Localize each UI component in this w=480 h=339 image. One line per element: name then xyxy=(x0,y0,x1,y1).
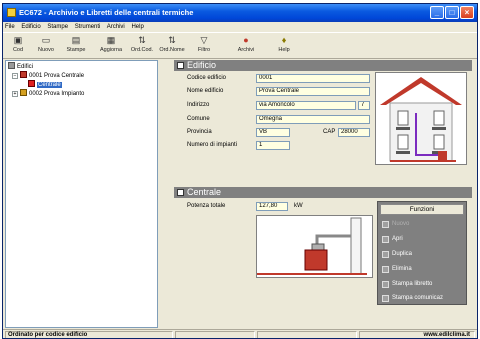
menu-strumenti[interactable]: Strumenti xyxy=(75,24,101,30)
functions-title: Funzioni xyxy=(380,204,464,215)
building-tree[interactable]: Edifici −0001 Prova Centrale Centrale +0… xyxy=(5,60,158,328)
delete-icon xyxy=(382,266,389,273)
menu-stampe[interactable]: Stampe xyxy=(47,24,68,30)
expand-icon[interactable]: + xyxy=(12,91,18,97)
menu-archivi[interactable]: Archivi xyxy=(107,24,125,30)
civico-field[interactable]: 7 xyxy=(358,101,370,110)
new-icon xyxy=(382,221,389,228)
elimina-button[interactable]: Elimina xyxy=(382,263,412,276)
functions-panel: Funzioni Nuovo Apri Duplica Elimina Stam… xyxy=(377,201,467,305)
potenza-unit: kW xyxy=(294,203,303,209)
tree-item-building[interactable]: +0002 Prova Impianto xyxy=(12,89,84,98)
provincia-label: Provincia xyxy=(187,129,212,135)
buildings-icon xyxy=(8,62,15,69)
tree-item-centrale[interactable]: Centrale xyxy=(28,80,62,89)
print-icon xyxy=(382,295,389,302)
nome-label: Nome edificio xyxy=(187,88,224,94)
nome-field[interactable]: Prova Centrale xyxy=(256,87,370,96)
splitter[interactable] xyxy=(158,60,173,328)
status-cell-empty xyxy=(175,331,255,338)
print-icon xyxy=(382,281,389,288)
refresh-icon: ▦ xyxy=(106,35,116,45)
help-icon: ♦ xyxy=(281,35,287,45)
status-bar: Ordinato per codice edificio www.edilcli… xyxy=(3,329,477,338)
impianti-field[interactable]: 1 xyxy=(256,141,290,150)
comune-label: Comune xyxy=(187,116,210,122)
edificio-header: Edificio xyxy=(174,60,472,71)
toolbar-stampe-button[interactable]: ▤ Stampe xyxy=(61,35,91,57)
maximize-button[interactable]: □ xyxy=(445,6,459,19)
toolbar-cod-button[interactable]: ▣ Cod xyxy=(3,35,33,57)
apri-button[interactable]: Apri xyxy=(382,233,403,246)
printer-icon: ▤ xyxy=(71,35,81,45)
status-website: www.edilclima.it xyxy=(359,331,475,338)
new-building-icon: ▣ xyxy=(13,35,23,45)
sort-code-icon: ⇅ xyxy=(138,35,146,45)
collapse-icon[interactable]: − xyxy=(12,73,18,79)
boiler-icon xyxy=(177,189,184,196)
building-illustration xyxy=(375,72,467,165)
sort-name-icon: ⇅ xyxy=(168,35,176,45)
indirizzo-label: Indirizzo xyxy=(187,102,210,108)
menu-file[interactable]: File xyxy=(5,24,15,30)
impianti-label: Numero di impianti xyxy=(187,142,238,148)
main-window: EC672 - Archivio e Libretti delle centra… xyxy=(2,3,478,339)
provincia-field[interactable]: VB xyxy=(256,128,290,137)
archive-icon: ● xyxy=(243,35,249,45)
building-icon xyxy=(20,71,27,78)
comune-field[interactable]: Omegna xyxy=(256,115,370,124)
potenza-label: Potenza totale xyxy=(187,203,226,209)
title-bar[interactable]: EC672 - Archivio e Libretti delle centra… xyxy=(3,4,477,22)
cap-field[interactable]: 28000 xyxy=(338,128,370,137)
stampa-libretto-button[interactable]: Stampa libretto xyxy=(382,278,432,291)
app-icon xyxy=(7,8,16,17)
cap-label: CAP xyxy=(323,129,336,135)
duplicate-icon xyxy=(382,251,389,258)
boiler-icon xyxy=(28,80,35,87)
open-folder-icon xyxy=(382,236,389,243)
house-icon xyxy=(177,62,184,69)
toolbar-help-button[interactable]: ♦ Help xyxy=(269,35,299,57)
tree-root[interactable]: Edifici xyxy=(8,62,33,71)
boiler-illustration xyxy=(256,215,373,278)
close-button[interactable]: × xyxy=(460,6,474,19)
building-icon xyxy=(20,89,27,96)
centrale-header: Centrale xyxy=(174,187,472,198)
status-cell-empty xyxy=(257,331,357,338)
new-document-icon: ▭ xyxy=(41,35,51,45)
toolbar-nuovo-button[interactable]: ▭ Nuovo xyxy=(31,35,61,57)
filter-icon: ▽ xyxy=(200,35,208,45)
window-title: EC672 - Archivio e Libretti delle centra… xyxy=(19,8,194,17)
minimize-button[interactable]: _ xyxy=(430,6,444,19)
stampa-comunicaz-button[interactable]: Stampa comunicaz xyxy=(382,292,443,305)
toolbar-ordnome-button[interactable]: ⇅ Ord.Nome xyxy=(157,35,187,57)
duplica-button[interactable]: Duplica xyxy=(382,248,412,261)
codice-field[interactable]: 0001 xyxy=(256,74,370,83)
codice-label: Codice edificio xyxy=(187,75,227,81)
tree-item-building[interactable]: −0001 Prova Centrale xyxy=(12,71,84,80)
toolbar-aggiorna-button[interactable]: ▦ Aggiorna xyxy=(96,35,126,57)
menu-help[interactable]: Help xyxy=(131,24,143,30)
indirizzo-field[interactable]: via Amoncolo xyxy=(256,101,356,110)
potenza-field[interactable]: 127,80 xyxy=(256,202,288,211)
toolbar-ordcod-button[interactable]: ⇅ Ord.Cod. xyxy=(127,35,157,57)
building-drawing xyxy=(380,77,462,162)
boiler-drawing xyxy=(257,217,367,275)
toolbar: ▣ Cod ▭ Nuovo ▤ Stampe ▦ Aggiorna ⇅ Ord.… xyxy=(3,32,477,59)
menu-edificio[interactable]: Edificio xyxy=(21,24,40,30)
toolbar-filtro-button[interactable]: ▽ Filtro xyxy=(189,35,219,57)
menu-bar: File Edificio Stampe Strumenti Archivi H… xyxy=(3,22,477,32)
toolbar-archivi-button[interactable]: ● Archivi xyxy=(231,35,261,57)
status-sort-order: Ordinato per codice edificio xyxy=(5,331,173,338)
nuovo-button[interactable]: Nuovo xyxy=(382,218,409,231)
